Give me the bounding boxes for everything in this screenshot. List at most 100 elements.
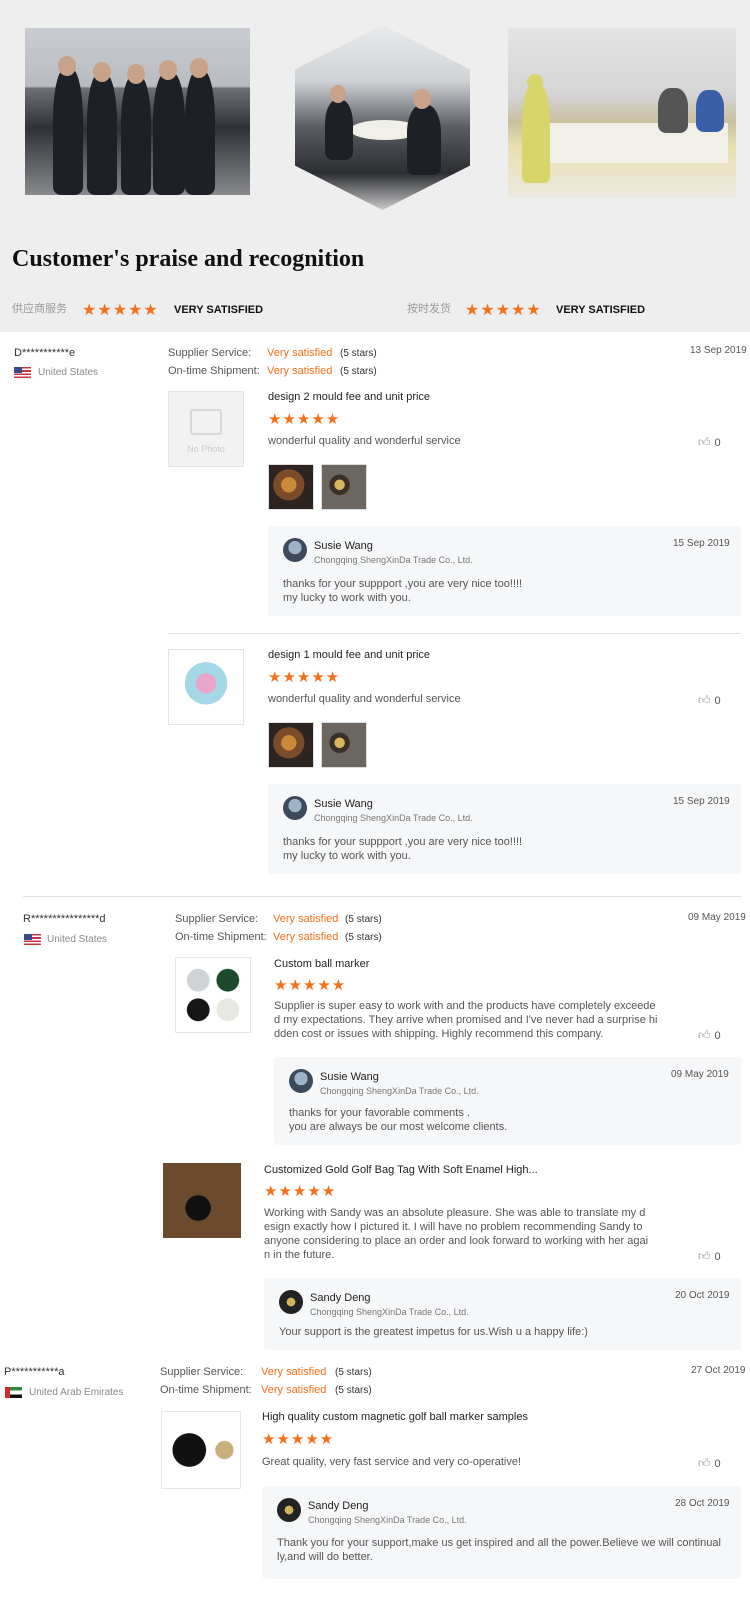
- supplier-service-label: Supplier Service:: [168, 347, 252, 359]
- review-date: 09 May 2019: [688, 912, 746, 923]
- product-title[interactable]: Customized Gold Golf Bag Tag With Soft E…: [264, 1164, 538, 1176]
- reply-text: my lucky to work with you.: [283, 850, 411, 862]
- avatar: [277, 1498, 301, 1522]
- product-thumbnail[interactable]: No Photo: [168, 391, 244, 467]
- reply-company: Chongqing ShengXinDa Trade Co., Ltd.: [320, 1086, 479, 1096]
- supplier-service-stars: (5 stars): [345, 914, 382, 925]
- ontime-shipment-stars: (5 stars): [345, 932, 382, 943]
- review-text: esign exactly how I pictured it. I will …: [264, 1221, 643, 1233]
- overview-rating-shipment: VERY SATISFIED: [556, 304, 646, 316]
- review-photo[interactable]: [321, 464, 367, 510]
- buyer-country: United States: [47, 934, 108, 945]
- thumbs-up-icon: 👍︎: [698, 1249, 711, 1263]
- like-button[interactable]: 👍︎ 0: [698, 693, 721, 708]
- divider: [168, 633, 741, 634]
- overview-stars-shipment: ★★★★★: [465, 302, 542, 319]
- review-photo[interactable]: [321, 722, 367, 768]
- reply-company: Chongqing ShengXinDa Trade Co., Ltd.: [310, 1307, 469, 1317]
- like-button[interactable]: 👍︎ 0: [698, 1249, 721, 1264]
- thumbs-up-icon: 👍︎: [698, 1028, 711, 1042]
- us-flag-icon: [24, 934, 41, 945]
- review-date: 13 Sep 2019: [690, 345, 747, 356]
- reply-text: my lucky to work with you.: [283, 592, 411, 604]
- buyer-country: United States: [38, 367, 99, 378]
- reply-name: Susie Wang: [320, 1071, 379, 1083]
- ontime-shipment-rating: Very satisfied: [273, 931, 339, 943]
- divider: [23, 896, 741, 897]
- reply-name: Susie Wang: [314, 798, 373, 810]
- avatar: [283, 796, 307, 820]
- product-thumbnail[interactable]: [175, 957, 251, 1033]
- review-stars: ★★★★★: [274, 977, 347, 994]
- supplier-reply: Sandy Deng Chongqing ShengXinDa Trade Co…: [262, 1486, 741, 1579]
- reply-date: 15 Sep 2019: [673, 796, 730, 807]
- review-text: n in the future.: [264, 1249, 335, 1261]
- photo-banner: Customer's praise and recognition 供应商服务 …: [0, 0, 750, 332]
- review-photo[interactable]: [268, 464, 314, 510]
- reply-date: 20 Oct 2019: [675, 1290, 730, 1301]
- product-title[interactable]: design 1 mould fee and unit price: [268, 649, 430, 661]
- avatar: [289, 1069, 313, 1093]
- reply-date: 28 Oct 2019: [675, 1498, 730, 1509]
- review-date: 27 Oct 2019: [691, 1365, 746, 1376]
- product-title[interactable]: High quality custom magnetic golf ball m…: [262, 1411, 528, 1423]
- ontime-shipment-label: On-time Shipment:: [160, 1384, 252, 1396]
- thumbs-up-icon: 👍︎: [698, 435, 711, 449]
- supplier-service-stars: (5 stars): [335, 1367, 372, 1378]
- reply-name: Sandy Deng: [310, 1292, 371, 1304]
- review-text: wonderful quality and wonderful service: [268, 435, 461, 447]
- product-thumbnail[interactable]: [168, 649, 244, 725]
- ontime-shipment-stars: (5 stars): [340, 366, 377, 377]
- review-text: Great quality, very fast service and ver…: [262, 1456, 522, 1468]
- review-text: dden cost or issues with shipping. Highl…: [274, 1028, 604, 1040]
- supplier-reply: Sandy Deng Chongqing ShengXinDa Trade Co…: [264, 1278, 741, 1350]
- review-text: wonderful quality and wonderful service: [268, 693, 461, 705]
- reply-text: you are always be our most welcome clien…: [289, 1121, 508, 1133]
- supplier-reply: Susie Wang Chongqing ShengXinDa Trade Co…: [274, 1057, 741, 1145]
- reply-date: 15 Sep 2019: [673, 538, 730, 549]
- reply-text: Thank you for your support,make us get i…: [277, 1537, 721, 1549]
- like-count: 0: [714, 437, 721, 449]
- overview-rating-service: VERY SATISFIED: [174, 304, 264, 316]
- product-thumbnail[interactable]: [163, 1163, 241, 1238]
- ontime-shipment-label: On-time Shipment:: [175, 931, 267, 943]
- like-count: 0: [714, 1030, 721, 1042]
- reply-text: thanks for your suppport ,you are very n…: [283, 836, 523, 848]
- like-count: 0: [714, 695, 721, 707]
- reply-text: thanks for your suppport ,you are very n…: [283, 578, 523, 590]
- thumbs-up-icon: 👍︎: [698, 693, 711, 707]
- meeting-photo: [295, 25, 470, 210]
- overview-label-shipment: 按时发货: [407, 303, 451, 315]
- supplier-service-rating: Very satisfied: [267, 347, 333, 359]
- like-button[interactable]: 👍︎ 0: [698, 1028, 721, 1043]
- buyer-name: P***********a: [4, 1366, 65, 1378]
- reply-company: Chongqing ShengXinDa Trade Co., Ltd.: [314, 813, 473, 823]
- product-title[interactable]: Custom ball marker: [274, 958, 369, 970]
- product-title[interactable]: design 2 mould fee and unit price: [268, 391, 430, 403]
- review-text: Working with Sandy was an absolute pleas…: [264, 1207, 646, 1219]
- supplier-service-stars: (5 stars): [340, 348, 377, 359]
- supplier-service-label: Supplier Service:: [175, 913, 259, 925]
- supplier-reply: Susie Wang Chongqing ShengXinDa Trade Co…: [268, 526, 741, 616]
- product-thumbnail[interactable]: [161, 1411, 241, 1489]
- like-button[interactable]: 👍︎ 0: [698, 435, 721, 450]
- review-text: d my expectations. They arrive when prom…: [274, 1014, 658, 1026]
- like-count: 0: [714, 1458, 721, 1470]
- supplier-reply: Susie Wang Chongqing ShengXinDa Trade Co…: [268, 784, 741, 874]
- supplier-service-label: Supplier Service:: [160, 1366, 244, 1378]
- supplier-service-rating: Very satisfied: [261, 1366, 327, 1378]
- ontime-shipment-rating: Very satisfied: [267, 365, 333, 377]
- buyer-country: United Arab Emirates: [29, 1387, 124, 1398]
- uae-flag-icon: [5, 1387, 22, 1398]
- like-button[interactable]: 👍︎ 0: [698, 1456, 721, 1471]
- review-stars: ★★★★★: [268, 411, 341, 428]
- reply-text: Your support is the greatest impetus for…: [279, 1326, 588, 1338]
- review-text: Supplier is super easy to work with and …: [274, 1000, 656, 1012]
- section-title: Customer's praise and recognition: [12, 246, 365, 272]
- reply-date: 09 May 2019: [671, 1069, 729, 1080]
- buyer-name: D***********e: [14, 347, 76, 359]
- review-photo[interactable]: [268, 722, 314, 768]
- reply-text: ly,and will do better.: [277, 1551, 373, 1563]
- ontime-shipment-stars: (5 stars): [335, 1385, 372, 1396]
- avatar: [283, 538, 307, 562]
